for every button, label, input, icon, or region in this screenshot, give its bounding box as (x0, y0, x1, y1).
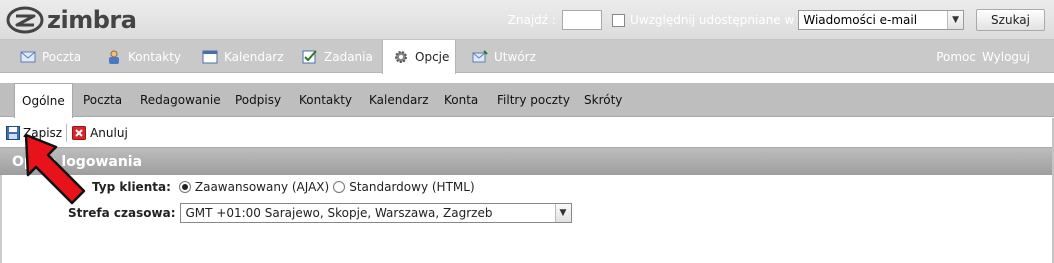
subtab-mail-filters[interactable]: Filtry poczty (497, 83, 570, 117)
timezone-row: Strefa czasowa: GMT +01:00 Sarajewo, Sko… (68, 203, 572, 223)
gear-icon (395, 51, 407, 63)
logout-link[interactable]: Wyloguj (982, 50, 1030, 64)
right-links: Pomoc Wyloguj (930, 40, 1030, 73)
top-header: zimbra Znajdź : Uwzględnij udostępniane … (0, 0, 1054, 40)
cancel-label: Anuluj (90, 126, 128, 140)
section-header: Opcje logowania (0, 147, 1054, 175)
annotation-arrow-icon (24, 133, 86, 205)
subtab-signatures[interactable]: Podpisy (235, 83, 281, 117)
tab-tasks-label: Zadania (324, 49, 373, 64)
logo-text: zimbra (47, 6, 137, 34)
tab-contacts[interactable]: Kontakty (106, 40, 181, 73)
tab-options[interactable]: Opcje (382, 40, 456, 74)
left-border (0, 175, 2, 263)
search-input[interactable] (561, 10, 602, 30)
search-button[interactable]: Szukaj (976, 9, 1045, 31)
tasks-icon (302, 49, 317, 63)
search-area: Znajdź : Uwzględnij udostępniane w Wiado… (508, 8, 1054, 32)
subtab-calendar[interactable]: Kalendarz (369, 83, 429, 117)
tab-contacts-label: Kontakty (128, 49, 182, 64)
subtab-accounts[interactable]: Konta (444, 83, 478, 117)
compose-icon (472, 49, 488, 62)
options-sub-tabs: Ogólne Poczta Redagowanie Podpisy Kontak… (0, 83, 1054, 118)
radio-standard[interactable] (333, 181, 346, 193)
subtab-mail[interactable]: Poczta (83, 83, 122, 117)
mail-icon (20, 51, 36, 62)
client-type-row: Typ klienta: Zaawansowany (AJAX) Standar… (92, 179, 475, 195)
subtab-contacts[interactable]: Kontakty (299, 83, 352, 117)
client-type-label: Typ klienta: (92, 180, 171, 194)
contacts-icon (109, 50, 119, 64)
tab-calendar[interactable]: Kalendarz (202, 40, 284, 73)
tab-compose[interactable]: Utwórz (472, 40, 536, 73)
floppy-disk-icon (6, 126, 20, 140)
tab-mail[interactable]: Poczta (20, 40, 81, 73)
tab-options-label: Opcje (415, 50, 450, 64)
tab-calendar-label: Kalendarz (224, 49, 284, 64)
find-label: Znajdź : (507, 13, 556, 27)
tab-tasks[interactable]: Zadania (302, 40, 373, 73)
chevron-down-icon[interactable]: ▼ (554, 204, 571, 222)
subtab-general[interactable]: Ogólne (14, 83, 73, 118)
radio-advanced[interactable] (178, 181, 191, 193)
include-shared-checkbox[interactable] (611, 13, 625, 27)
zimbra-logo[interactable]: zimbra (6, 5, 137, 35)
timezone-label: Strefa czasowa: (68, 206, 176, 220)
app-tab-bar: Poczta Kontakty Kalendarz Zadania Opcje … (0, 40, 1054, 74)
zimbra-logo-icon (6, 6, 44, 34)
options-toolbar: Zapisz Anuluj (0, 121, 1054, 145)
chevron-down-icon[interactable]: ▼ (947, 11, 964, 29)
help-link[interactable]: Pomoc (936, 50, 976, 64)
radio-standard-label: Standardowy (HTML) (349, 180, 475, 194)
search-scope-value: Wiadomości e-mail (803, 13, 918, 27)
search-scope-select[interactable]: Wiadomości e-mail ▼ (798, 10, 965, 30)
tab-compose-label: Utwórz (494, 49, 536, 64)
calendar-icon (202, 50, 218, 63)
timezone-select[interactable]: GMT +01:00 Sarajewo, Skopje, Warszawa, Z… (179, 203, 572, 223)
timezone-value: GMT +01:00 Sarajewo, Skopje, Warszawa, Z… (185, 206, 493, 220)
radio-advanced-label: Zaawansowany (AJAX) (194, 180, 330, 194)
tab-mail-label: Poczta (42, 49, 82, 64)
include-shared-label: Uwzględnij udostępniane w (629, 13, 795, 27)
subtab-composing[interactable]: Redagowanie (140, 83, 221, 117)
subtab-shortcuts[interactable]: Skróty (584, 83, 622, 117)
